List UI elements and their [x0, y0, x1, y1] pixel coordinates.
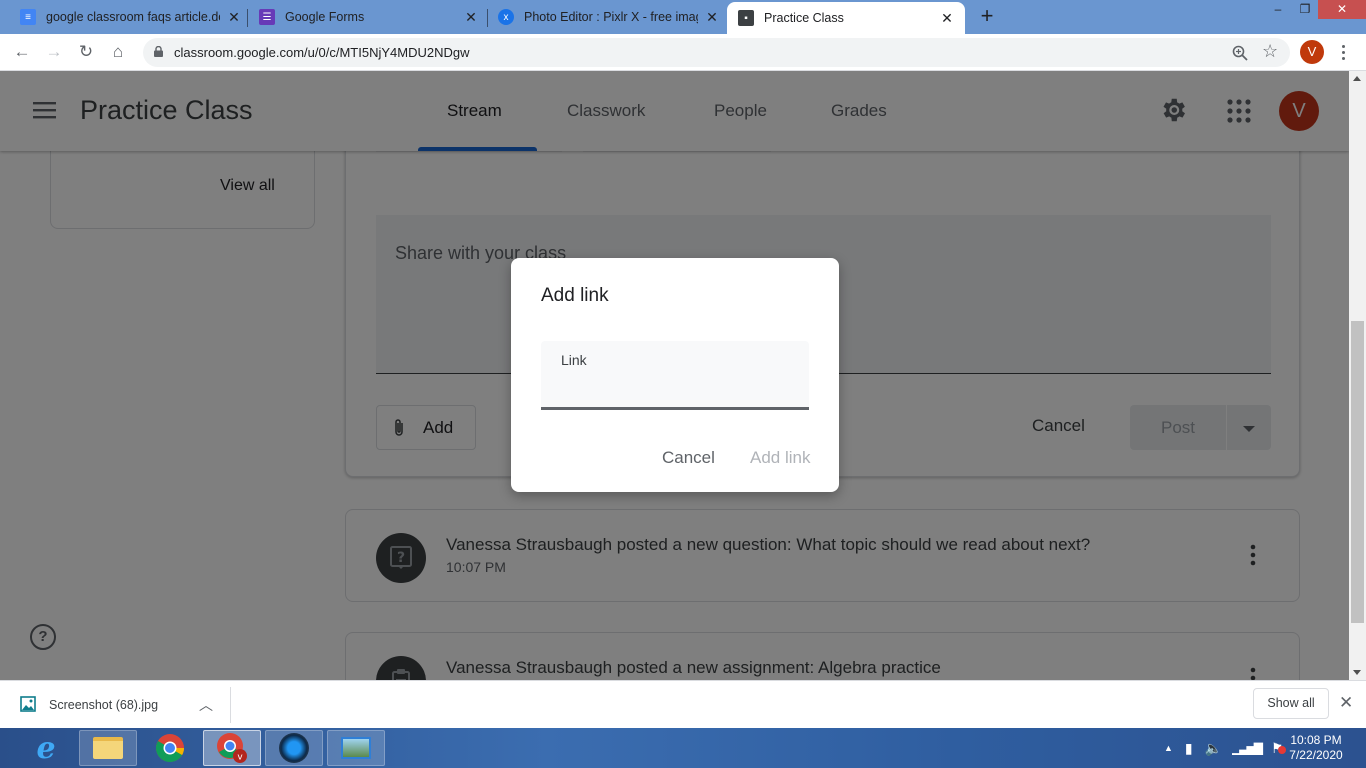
new-tab-button[interactable]: + [976, 5, 998, 27]
download-shelf: Screenshot (68).jpg ︿ Show all ✕ [0, 680, 1366, 728]
photos-app-icon[interactable] [327, 730, 385, 766]
svg-text:v: v [237, 753, 243, 763]
restore-button[interactable]: ❐ [1292, 0, 1318, 19]
browser-profile-button[interactable]: V [1300, 40, 1324, 64]
divider [230, 687, 231, 723]
address-bar[interactable]: classroom.google.com/u/0/c/MTI5NjY4MDU2N… [143, 38, 1290, 67]
google-forms-icon: ☰ [259, 9, 275, 25]
close-tab-icon[interactable]: ✕ [939, 10, 955, 27]
browser-menu-icon[interactable] [1340, 44, 1346, 62]
google-docs-icon: ≡ [20, 9, 36, 25]
internet-explorer-icon[interactable]: e [17, 730, 75, 766]
volume-icon[interactable]: 🔈 [1205, 740, 1222, 757]
chrome-profile-v-icon[interactable]: v [203, 730, 261, 766]
power-icon[interactable]: ▮ [1185, 740, 1193, 757]
close-tab-icon[interactable]: ✕ [226, 9, 242, 26]
image-file-icon [20, 696, 36, 712]
chrome-icon[interactable] [141, 730, 199, 766]
tab-title: Practice Class [764, 11, 844, 25]
show-hidden-icons[interactable]: ▲ [1164, 743, 1173, 753]
tab-separator [487, 9, 488, 27]
zoom-icon[interactable] [1232, 45, 1248, 61]
browser-tab-practice-class[interactable]: ▪ Practice Class ✕ [727, 2, 965, 34]
scroll-up-arrow-icon[interactable] [1353, 76, 1361, 81]
scrollbar-thumb[interactable] [1351, 321, 1364, 623]
classroom-page: Practice Class Stream Classwork People G… [0, 71, 1349, 680]
chevron-up-icon[interactable]: ︿ [199, 695, 213, 715]
network-icon[interactable]: ▁▃▅▇ [1232, 741, 1263, 755]
browser-tab-pixlr[interactable]: x Photo Editor : Pixlr X - free image ed… [498, 0, 720, 34]
pixlr-icon: x [498, 9, 514, 25]
tab-title: Google Forms [285, 10, 365, 24]
scroll-down-arrow-icon[interactable] [1353, 670, 1361, 675]
add-link-button[interactable]: Add link [750, 448, 810, 468]
browser-tab-docs[interactable]: ≡ google classroom faqs article.docx ✕ [20, 0, 242, 34]
browser-tab-forms[interactable]: ☰ Google Forms ✕ [259, 0, 479, 34]
close-window-button[interactable]: ✕ [1318, 0, 1366, 19]
page-scrollbar[interactable] [1349, 71, 1366, 680]
back-button[interactable]: ← [10, 40, 34, 64]
tab-title: google classroom faqs article.docx [46, 10, 220, 24]
clock-time: 10:08 PM [1290, 733, 1342, 747]
close-tab-icon[interactable]: ✕ [463, 9, 479, 26]
dialog-cancel-button[interactable]: Cancel [662, 448, 715, 468]
system-tray: ▲ ▮ 🔈 ▁▃▅▇ ⚑ [1160, 728, 1286, 768]
link-field[interactable]: Link [541, 341, 809, 410]
dialog-title: Add link [541, 285, 609, 306]
bookmark-star-icon[interactable]: ☆ [1262, 41, 1278, 62]
add-link-dialog: Add link Link Cancel Add link [511, 258, 839, 492]
windows-taskbar: e v ▲ ▮ 🔈 ▁▃▅▇ ⚑ 10:08 PM 7/22/2020 [0, 728, 1366, 768]
tab-separator [247, 9, 248, 27]
classroom-icon: ▪ [738, 10, 754, 26]
file-explorer-icon[interactable] [79, 730, 137, 766]
url-text[interactable]: classroom.google.com/u/0/c/MTI5NjY4MDU2N… [174, 45, 469, 60]
home-button[interactable]: ⌂ [106, 40, 130, 64]
close-shelf-icon[interactable]: ✕ [1339, 693, 1353, 713]
action-center-flag-icon[interactable]: ⚑ [1271, 740, 1286, 757]
browser-toolbar: ← → ↻ ⌂ classroom.google.com/u/0/c/MTI5N… [0, 34, 1366, 71]
media-app-icon[interactable] [265, 730, 323, 766]
forward-button[interactable]: → [42, 40, 66, 64]
reload-button[interactable]: ↻ [74, 40, 98, 64]
minimize-button[interactable]: – [1264, 0, 1292, 19]
download-file-name[interactable]: Screenshot (68).jpg [49, 698, 158, 712]
clock-date: 7/22/2020 [1289, 748, 1343, 762]
link-input[interactable] [561, 373, 801, 401]
taskbar-clock[interactable]: 10:08 PM 7/22/2020 [1286, 733, 1346, 763]
tab-title: Photo Editor : Pixlr X - free image edit… [524, 10, 698, 24]
browser-tab-strip: ≡ google classroom faqs article.docx ✕ ☰… [0, 0, 1366, 34]
show-all-downloads-button[interactable]: Show all [1253, 688, 1329, 719]
link-field-label: Link [561, 352, 587, 368]
lock-icon [154, 46, 163, 57]
close-tab-icon[interactable]: ✕ [704, 9, 720, 26]
